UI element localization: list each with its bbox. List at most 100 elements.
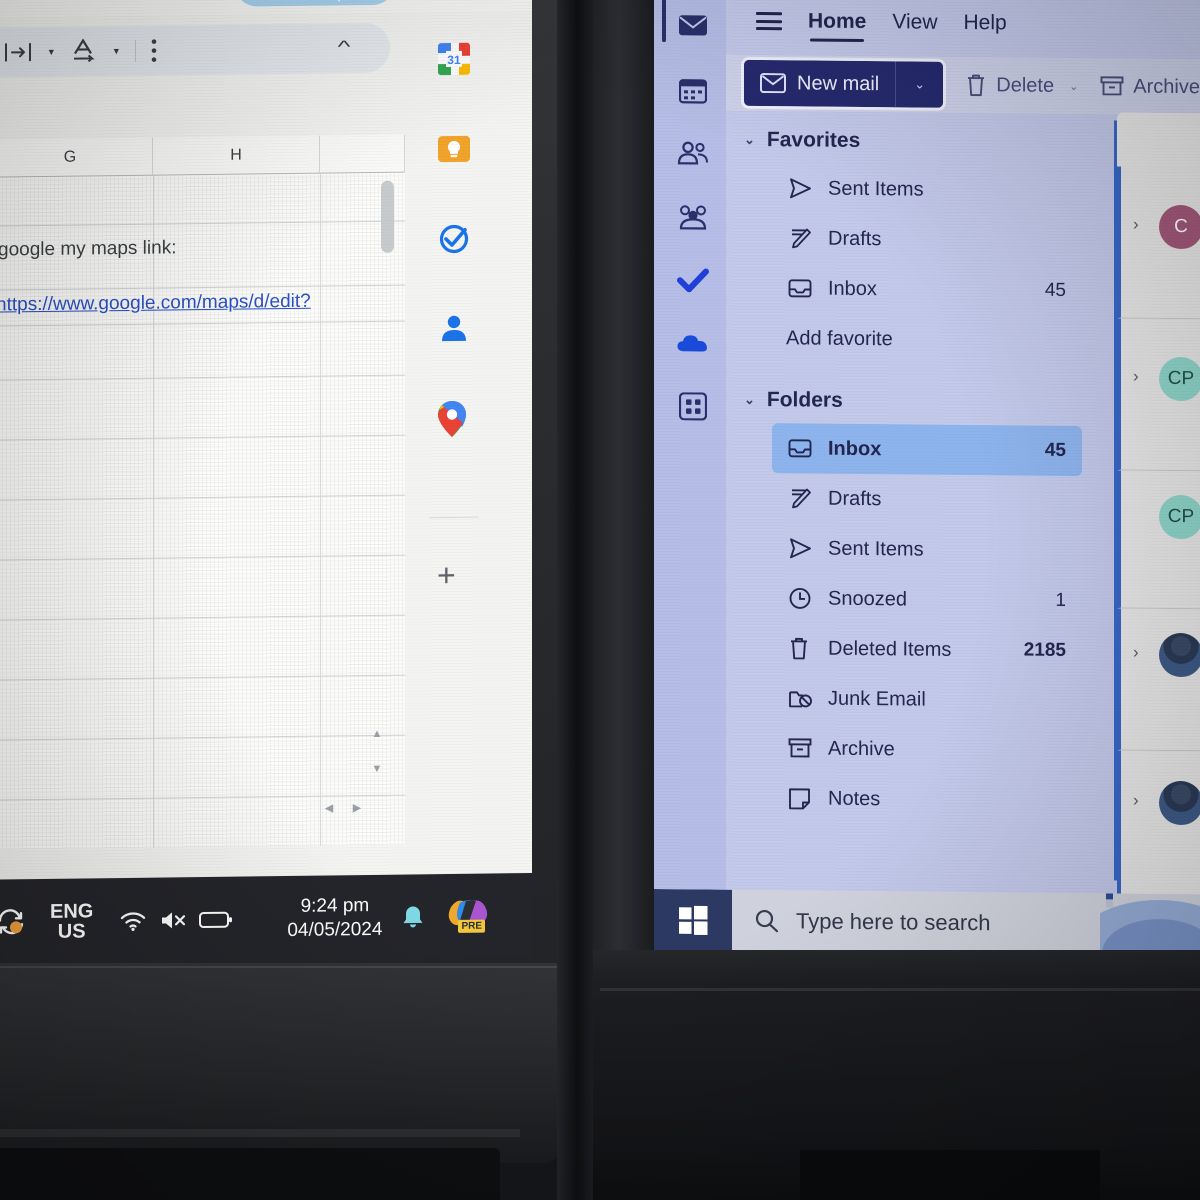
todo-check-icon[interactable] xyxy=(676,263,710,297)
apps-grid-icon[interactable] xyxy=(676,389,710,423)
scroll-down-button[interactable]: ▼ xyxy=(368,760,386,778)
column-header-H[interactable]: H xyxy=(153,135,320,175)
folder-snoozed[interactable]: Snoozed 1 xyxy=(772,573,1082,626)
outlook-main: Home View Help New mail ⌄ Delete ⌄ Archi… xyxy=(726,0,1200,960)
folder-snoozed-label: Snoozed xyxy=(828,587,907,610)
folder-inbox[interactable]: Inbox 45 xyxy=(772,423,1082,477)
favorite-inbox[interactable]: Inbox 45 xyxy=(772,263,1082,316)
folders-group-header[interactable]: ⌄ Folders xyxy=(726,377,1096,427)
cell-G-label[interactable]: google my maps link: xyxy=(0,237,176,261)
add-side-panel-app-button[interactable]: + xyxy=(437,557,456,594)
folder-inbox-label: Inbox xyxy=(828,437,882,460)
folder-sent-items[interactable]: Sent Items xyxy=(772,523,1082,576)
hamburger-icon[interactable] xyxy=(756,11,782,31)
expand-chevron-icon[interactable]: › xyxy=(1133,791,1139,811)
favorite-inbox-label: Inbox xyxy=(828,277,877,300)
list-item[interactable]: CP Cuevas MODA Cuevas xyxy=(1117,470,1200,611)
laptop-foot xyxy=(0,1148,500,1200)
outlook-ribbon-tabs: Home View Help xyxy=(726,0,1200,50)
cell-G-link[interactable]: https://www.google.com/maps/d/edit? xyxy=(0,291,311,317)
list-item[interactable]: › Roderi muf (0 Thank y X No xyxy=(1117,750,1200,913)
right-monitor-stand-highlight xyxy=(600,988,1200,991)
archive-label: Archive xyxy=(1133,75,1200,98)
column-header-next[interactable] xyxy=(320,134,405,173)
tab-home[interactable]: Home xyxy=(808,9,866,34)
taskbar-date[interactable]: 04/05/2024 xyxy=(287,917,382,942)
folder-junk-email[interactable]: Junk Email xyxy=(772,673,1082,726)
avatar xyxy=(1159,780,1200,826)
add-favorite-button[interactable]: Add favorite xyxy=(786,313,1096,366)
expand-chevron-icon[interactable]: › xyxy=(1133,215,1139,235)
scroll-left-button[interactable]: ◀ xyxy=(320,798,338,816)
send-icon xyxy=(788,177,818,199)
onedrive-cloud-icon[interactable] xyxy=(676,326,710,360)
new-mail-button[interactable]: New mail xyxy=(744,59,896,108)
outlook-app-rail xyxy=(654,0,726,955)
spreadsheet-grid[interactable]: G H google my maps link: https://www.goo… xyxy=(0,134,405,851)
share-button-divider xyxy=(338,0,340,2)
column-header-G[interactable]: G xyxy=(0,137,153,177)
taskbar-language[interactable]: ENG xyxy=(50,900,93,923)
folder-archive[interactable]: Archive xyxy=(772,723,1082,776)
expand-chevron-icon[interactable]: › xyxy=(1133,367,1139,387)
google-maps-icon[interactable] xyxy=(435,400,473,438)
collapse-toolbar-button[interactable]: ^ xyxy=(338,37,351,57)
taskbar-time[interactable]: 9:24 pm xyxy=(287,894,382,919)
right-monitor-bezel xyxy=(590,0,654,970)
groups-icon[interactable] xyxy=(676,200,710,234)
tab-view[interactable]: View xyxy=(892,10,937,34)
vertical-scrollbar[interactable] xyxy=(381,180,394,253)
archive-button[interactable]: Archive xyxy=(1100,75,1200,99)
sync-icon[interactable] xyxy=(0,907,28,937)
folder-notes[interactable]: Notes xyxy=(772,773,1082,826)
copilot-preview-badge: PRE xyxy=(458,919,485,933)
new-mail-group: New mail ⌄ xyxy=(744,59,944,108)
search-input[interactable]: Type here to search xyxy=(732,908,990,936)
wifi-icon[interactable] xyxy=(119,908,147,932)
favorite-drafts[interactable]: Drafts xyxy=(772,213,1082,266)
calendar-icon[interactable] xyxy=(676,74,710,108)
folder-drafts[interactable]: Drafts xyxy=(772,473,1082,526)
text-rotation-icon[interactable] xyxy=(3,40,33,64)
list-item[interactable]: › Roderi FOLLO Acknow xyxy=(1117,608,1200,753)
delete-dropdown-caret[interactable]: ⌄ xyxy=(1069,79,1078,92)
taskbar-region[interactable]: US xyxy=(50,920,93,942)
google-side-panel: 31 + xyxy=(415,11,493,845)
scroll-up-button[interactable]: ▲ xyxy=(368,725,386,743)
new-mail-dropdown[interactable]: ⌄ xyxy=(895,61,944,108)
chevron-down-icon[interactable]: ▼ xyxy=(112,46,121,56)
expand-chevron-icon[interactable]: › xyxy=(1133,643,1139,663)
inbox-icon xyxy=(788,277,818,299)
volume-muted-icon[interactable] xyxy=(159,908,189,932)
favorite-sent-items[interactable]: Sent Items xyxy=(772,163,1082,216)
list-item[interactable]: › CP Cuevas MODA Hi Ms. X PO xyxy=(1117,318,1200,473)
favorites-group-header[interactable]: ⌄ Favorites xyxy=(726,117,1096,167)
favorite-drafts-label: Drafts xyxy=(828,227,882,250)
avatar: CP xyxy=(1159,494,1200,540)
draft-pencil-icon xyxy=(788,487,818,509)
windows-start-icon[interactable] xyxy=(654,889,732,952)
notification-bell-icon[interactable] xyxy=(400,903,426,931)
people-icon[interactable] xyxy=(676,137,710,171)
rail-active-indicator xyxy=(662,0,666,43)
mail-icon[interactable] xyxy=(676,8,710,42)
tab-help[interactable]: Help xyxy=(964,11,1007,35)
folder-notes-label: Notes xyxy=(828,787,881,810)
google-keep-icon[interactable] xyxy=(435,130,473,168)
list-item[interactable]: › C Cyrene ADJUS Hi Ms. X PO xyxy=(1117,166,1200,321)
folder-sent-items-label: Sent Items xyxy=(828,537,924,561)
scroll-right-button[interactable]: ▶ xyxy=(348,798,366,816)
more-options-icon[interactable] xyxy=(150,38,158,64)
google-tasks-icon[interactable] xyxy=(435,220,473,258)
chevron-down-icon[interactable]: ▼ xyxy=(47,47,56,57)
archive-box-icon xyxy=(1100,76,1124,96)
delete-button[interactable]: Delete ⌄ xyxy=(965,73,1078,98)
favorite-sent-items-label: Sent Items xyxy=(828,177,924,201)
battery-icon[interactable] xyxy=(199,909,233,929)
google-contacts-icon[interactable] xyxy=(435,310,473,348)
google-calendar-icon[interactable]: 31 xyxy=(435,40,473,78)
copilot-icon[interactable]: PRE xyxy=(446,896,492,937)
text-color-icon[interactable] xyxy=(70,38,98,64)
folder-deleted-items[interactable]: Deleted Items 2185 xyxy=(772,623,1082,676)
message-list[interactable]: Inbox › C Cyrene ADJUS Hi Ms. X PO xyxy=(1114,112,1200,913)
